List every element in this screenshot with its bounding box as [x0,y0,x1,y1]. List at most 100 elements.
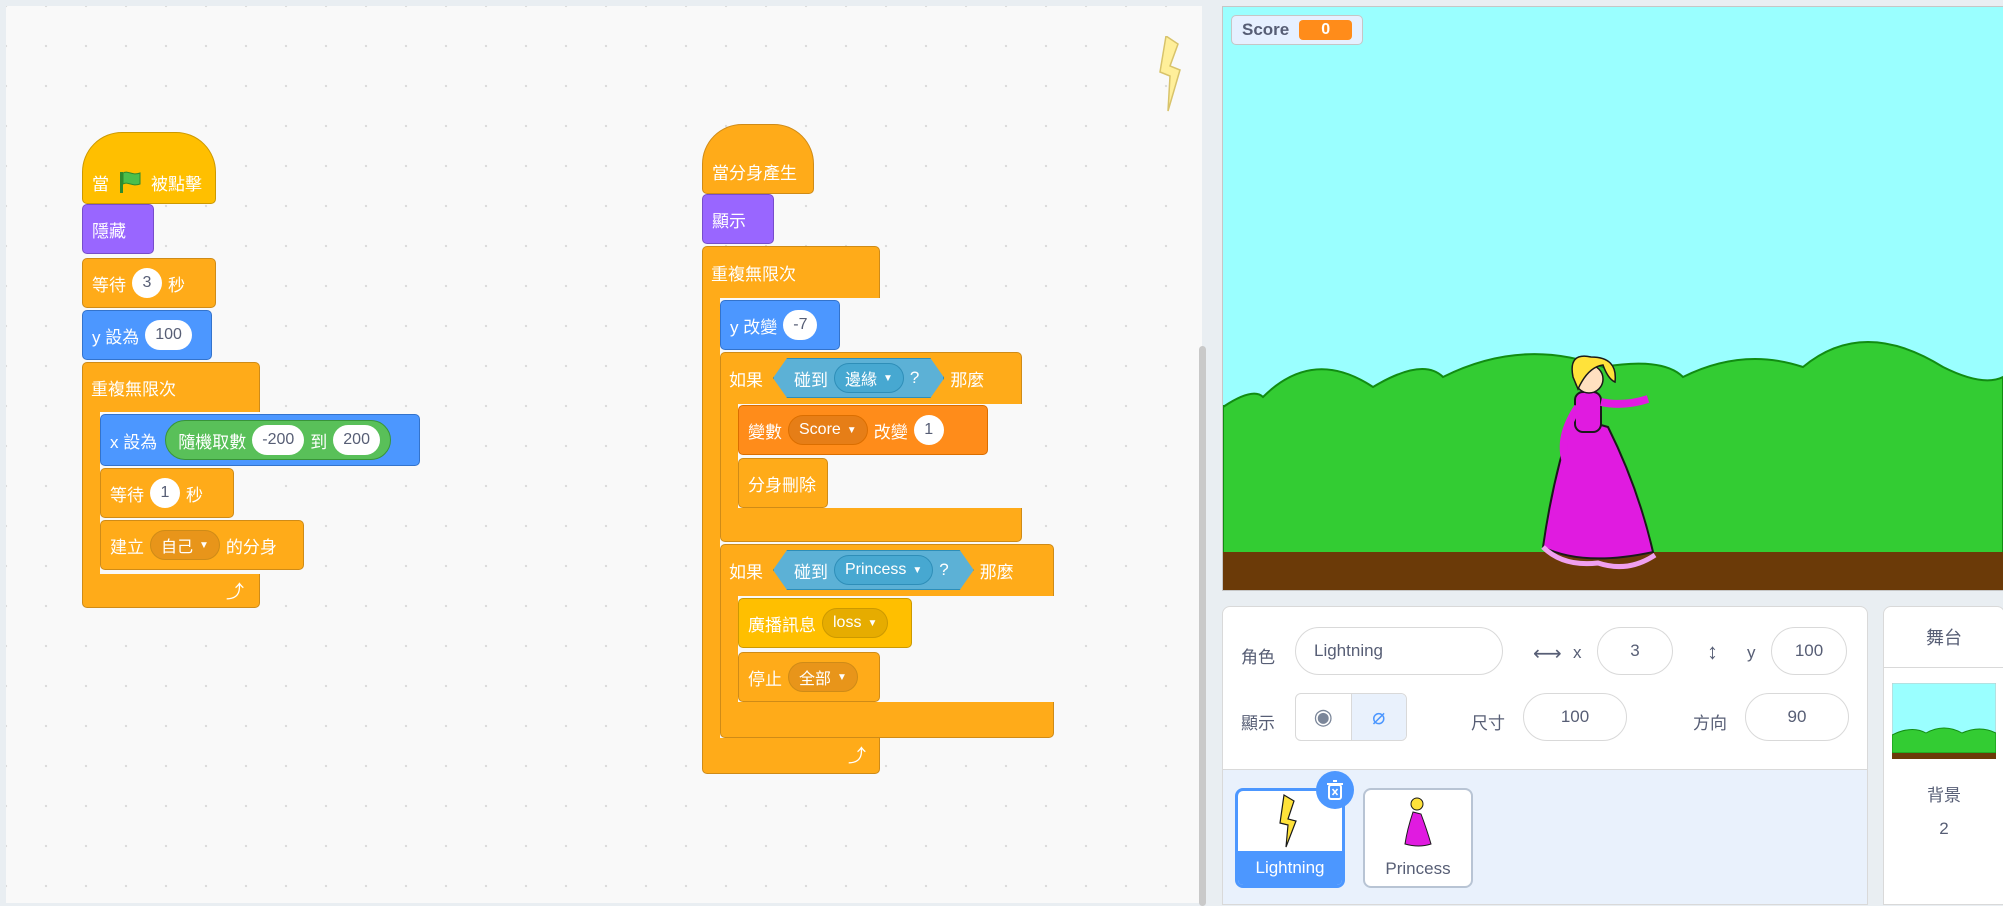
stage-selector[interactable]: 舞台 背景 2 [1883,606,2003,905]
hide-label: 隱藏 [92,221,126,241]
wait-unit: 秒 [168,275,185,295]
stage-canvas[interactable]: Score 0 [1222,6,2003,591]
eye-hidden-icon[interactable]: ⌀ [1350,694,1406,740]
wait2-seconds-input[interactable]: 1 [150,478,180,508]
create-clone-block[interactable]: 建立 自己 ▼ 的分身 [100,520,304,570]
x-input[interactable]: 3 [1597,627,1673,675]
green-flag-icon [120,171,141,193]
size-label: 尺寸 [1471,714,1505,733]
forever-header: 重複無限次 [82,362,260,412]
random-to-label: 到 [310,432,328,452]
variable-dropdown[interactable]: Score ▼ [788,415,868,445]
loop-arrow-icon: ⤴ [848,746,866,766]
set-y-input[interactable]: 100 [145,320,192,350]
set-y-block[interactable]: y 設為 100 [82,310,212,360]
stage-thumbnail [1892,683,1996,759]
dropdown-caret-icon: ▼ [912,564,923,576]
stop-block[interactable]: 停止 全部 ▼ [738,652,880,702]
clone-target-dropdown[interactable]: 自己 ▼ [150,530,220,560]
touching2-label: 碰到 [794,562,828,582]
direction-label: 方向 [1693,714,1727,733]
score-monitor[interactable]: Score 0 [1231,15,1364,45]
set-x-block[interactable]: x 設為 隨機取數 -200 到 200 [100,414,420,466]
delete-sprite-button[interactable] [1316,771,1354,809]
pick-random-block[interactable]: 隨機取數 -200 到 200 [165,420,391,460]
score-monitor-value: 0 [1299,20,1353,40]
wait-label: 等待 [92,275,126,295]
size-input[interactable]: 100 [1523,693,1627,741]
score-monitor-label: Score [1242,20,1290,39]
delete-clone-block[interactable]: 分身刪除 [738,458,828,508]
wait-seconds-input[interactable]: 3 [132,268,162,298]
workspace-scrollbar[interactable] [1199,346,1206,906]
broadcast-label: 廣播訊息 [748,615,816,635]
if1-header: 如果 碰到 邊緣 ▼ ? 那麼 [720,352,993,404]
random-from-input[interactable]: -200 [252,425,305,455]
if2-header: 如果 碰到 Princess ▼ ? 那麼 [720,544,1023,596]
wait2-unit: 秒 [186,485,203,505]
change-y-input[interactable]: -7 [783,310,818,340]
lightning-sprite-watermark-icon [1159,36,1181,112]
x-label: x [1573,643,1582,662]
show-label: 顯示 [712,211,746,231]
var-change-label: 改變 [873,422,908,442]
change-variable-block[interactable]: 變數 Score ▼ 改變 1 [738,405,988,455]
eye-icon[interactable]: ◉ [1296,694,1351,740]
show-block[interactable]: 顯示 [702,194,774,244]
pick-random-label: 隨機取數 [178,432,247,452]
clone-start-label: 當分身產生 [712,163,797,183]
stage-backdrop [1223,7,2003,590]
sprite-tile-princess[interactable]: Princess [1363,788,1473,888]
direction-input[interactable]: 90 [1745,693,1849,741]
random-to-input[interactable]: 200 [333,425,380,455]
if1-label: 如果 [729,370,763,390]
touching2-question: ? [939,560,949,579]
y-label: y [1747,643,1756,662]
broadcast-msg: loss [833,614,862,631]
sprite-tile-name: Lightning [1238,851,1342,885]
touching1-target: 邊緣 [845,372,878,389]
y-input[interactable]: 100 [1771,627,1847,675]
trash-icon [1327,780,1343,800]
sprite-name-input[interactable]: Lightning [1295,627,1503,675]
var-name: Score [799,421,841,438]
touching-edge-block[interactable]: 碰到 邊緣 ▼ ? [773,358,944,398]
show-label: 顯示 [1241,714,1275,733]
if2-then: 那麼 [979,562,1014,582]
when-flag-suffix: 被點擊 [151,174,202,194]
var-change-input[interactable]: 1 [913,415,944,445]
when-flag-clicked-block[interactable]: 當 被點擊 [82,132,216,204]
broadcast-dropdown[interactable]: loss ▼ [822,608,889,638]
sprite-tile-name: Princess [1385,859,1451,878]
var-label: 變數 [748,422,782,442]
stage-title: 舞台 [1884,607,2003,668]
stop-dropdown[interactable]: 全部 ▼ [788,662,858,692]
touching2-dropdown[interactable]: Princess ▼ [834,555,933,585]
stop-option: 全部 [799,671,832,688]
when-flag-label: 當 [92,174,109,194]
forever-label: 重複無限次 [91,379,176,399]
sprite-name-label: 角色 [1241,648,1275,667]
create-clone-label: 建立 [110,537,144,557]
if2-label: 如果 [729,562,763,582]
touching2-target: Princess [845,561,907,578]
princess-thumbnail-icon [1404,797,1432,847]
when-clone-starts-block[interactable]: 當分身產生 [702,124,814,194]
forever2-header: 重複無限次 [702,246,805,298]
clone-target-value: 自己 [161,539,194,556]
wait-3-block[interactable]: 等待 3 秒 [82,258,216,308]
dropdown-caret-icon: ▼ [199,539,209,551]
wait-1-block[interactable]: 等待 1 秒 [100,468,234,518]
visibility-toggle: ◉ ⌀ [1295,693,1407,741]
touching1-dropdown[interactable]: 邊緣 ▼ [834,363,904,393]
sprite-pane: 角色 Lightning ⟷ x 3 ↕ y 100 顯示 ◉ ⌀ 尺寸 100… [1222,606,1868,905]
hide-block[interactable]: 隱藏 [82,204,154,254]
dropdown-caret-icon: ▼ [883,372,893,384]
forever2-label: 重複無限次 [711,264,796,284]
touching1-label: 碰到 [794,370,828,390]
change-y-block[interactable]: y 改變 -7 [720,300,840,350]
dropdown-caret-icon: ▼ [846,424,857,436]
touching-princess-block[interactable]: 碰到 Princess ▼ ? [773,550,974,590]
broadcast-block[interactable]: 廣播訊息 loss ▼ [738,598,912,648]
delete-clone-label: 分身刪除 [748,475,816,495]
